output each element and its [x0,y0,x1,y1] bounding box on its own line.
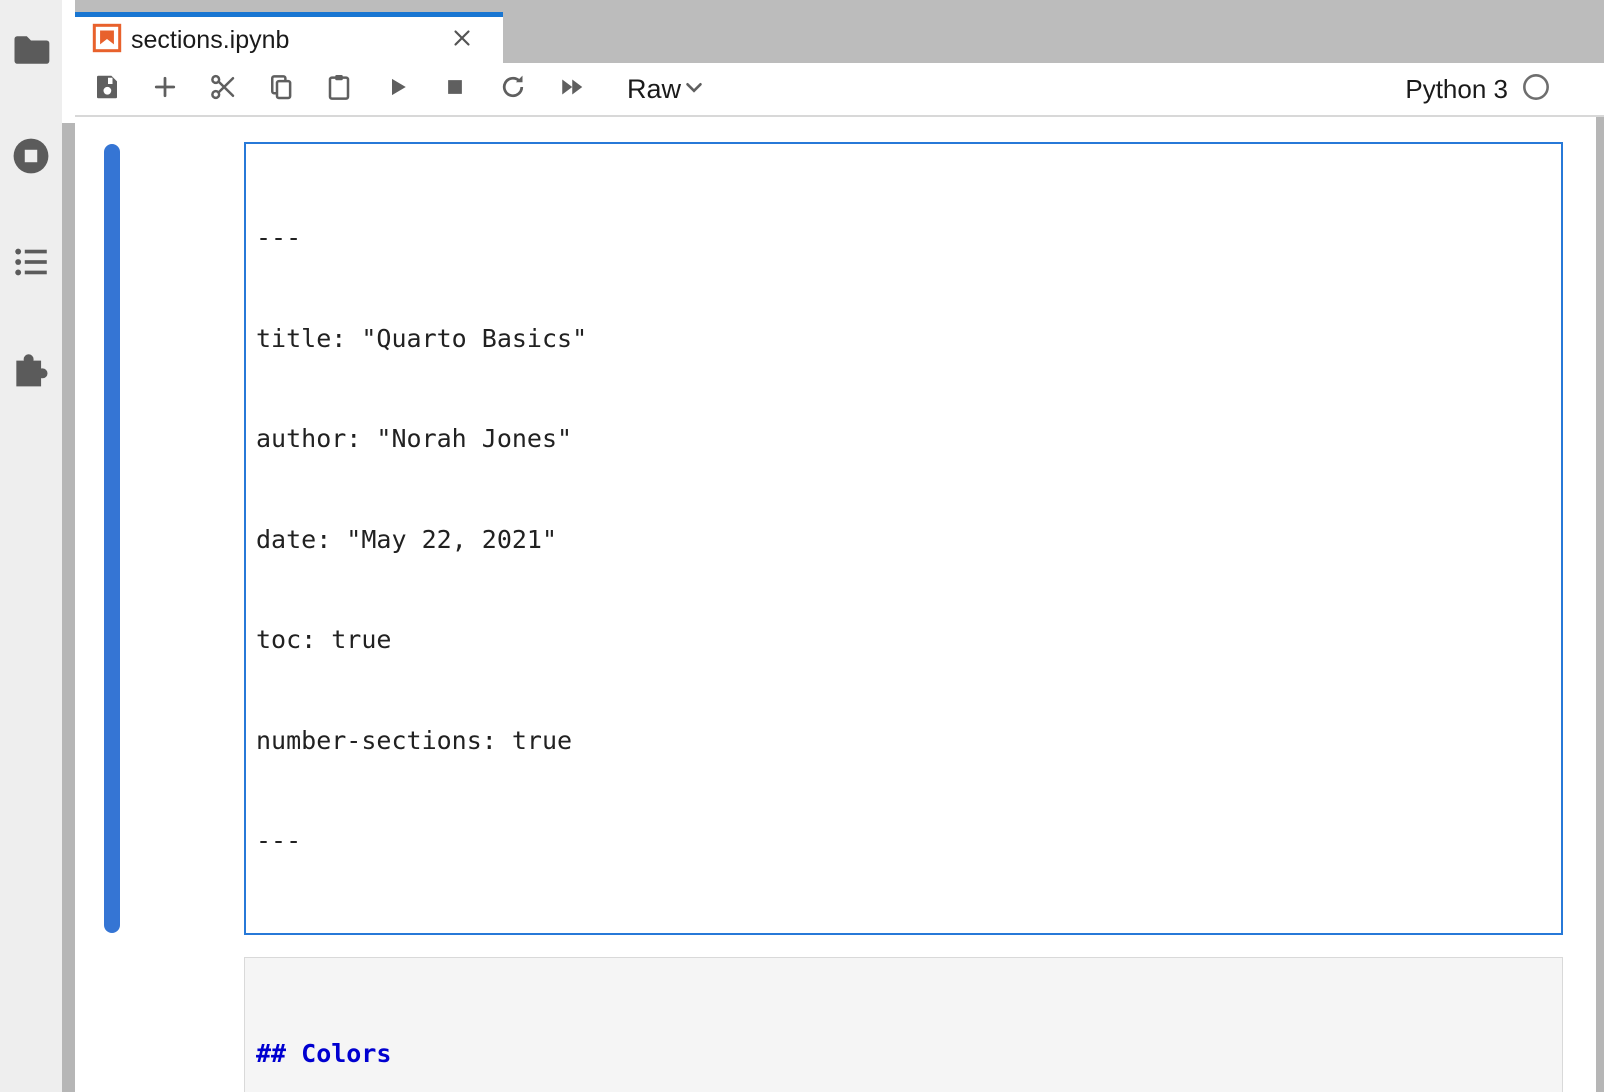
raw-line: title: "Quarto Basics" [256,322,1551,356]
extensions-puzzle-icon [9,346,53,395]
activity-item-file-browser[interactable] [9,30,53,74]
markdown-cell-colors[interactable]: ## Colors - Red - Green - Blue [244,957,1563,1092]
clipboard-icon [324,72,354,107]
kernel-indicator: Python 3 [1405,73,1604,106]
raw-line: author: "Norah Jones" [256,422,1551,456]
cell-prompt-gutter [75,142,244,935]
cell-prompt-gutter [75,957,244,1092]
run-cell-button[interactable] [379,71,415,107]
raw-cell-editor[interactable]: --- title: "Quarto Basics" author: "Nora… [244,142,1563,935]
insert-cell-button[interactable] [147,71,183,107]
restart-run-all-button[interactable] [553,71,589,107]
activity-item-extensions[interactable] [9,348,53,392]
sidebar-splitter[interactable] [62,0,75,1092]
markdown-heading: ## Colors [256,1037,1551,1071]
tab-close-button[interactable] [449,27,475,53]
activity-bar [0,0,62,1092]
splitter-handle[interactable] [62,123,75,1092]
tab-sections-ipynb[interactable]: sections.ipynb [75,12,503,63]
cell-row-markdown-colors: ## Colors - Red - Green - Blue [75,957,1604,1092]
jupyterlab-window: sections.ipynb [0,0,1604,1092]
right-scrollbar-track[interactable] [1596,117,1604,1092]
table-of-contents-icon [9,240,53,289]
raw-line: date: "May 22, 2021" [256,523,1551,557]
dock-panel: sections.ipynb [75,0,1604,1092]
interrupt-kernel-button[interactable] [437,71,473,107]
raw-line: --- [256,221,1551,255]
splitter-top-segment [62,0,75,123]
fast-forward-icon [556,72,586,107]
cell-type-value: Raw [627,74,681,105]
chevron-down-icon [681,74,707,105]
close-icon [449,25,475,56]
copy-icon [266,72,296,107]
running-kernels-icon [9,134,53,183]
copy-cells-button[interactable] [263,71,299,107]
notebook-content: --- title: "Quarto Basics" author: "Nora… [75,117,1604,1092]
notebook-toolbar: Raw Python 3 [75,63,1604,117]
plus-icon [150,72,180,107]
raw-line: number-sections: true [256,724,1551,758]
scissors-icon [208,72,238,107]
raw-line: --- [256,824,1551,858]
notebook-file-icon [92,23,122,58]
play-icon [382,72,412,107]
save-icon [92,72,122,107]
folder-icon [9,28,53,77]
kernel-status-circle-icon [1522,73,1550,106]
tab-bar: sections.ipynb [75,0,1604,63]
restart-icon [498,72,528,107]
raw-line: toc: true [256,623,1551,657]
kernel-name[interactable]: Python 3 [1405,74,1508,105]
tab-title: sections.ipynb [131,26,289,55]
paste-cells-button[interactable] [321,71,357,107]
cell-type-select[interactable]: Raw [627,74,789,105]
save-button[interactable] [89,71,125,107]
restart-kernel-button[interactable] [495,71,531,107]
activity-item-running-kernels[interactable] [9,136,53,180]
activity-item-table-of-contents[interactable] [9,242,53,286]
cell-row-raw: --- title: "Quarto Basics" author: "Nora… [75,142,1604,935]
cell-collapser[interactable] [104,144,120,933]
cut-cells-button[interactable] [205,71,241,107]
stop-icon [440,72,470,107]
